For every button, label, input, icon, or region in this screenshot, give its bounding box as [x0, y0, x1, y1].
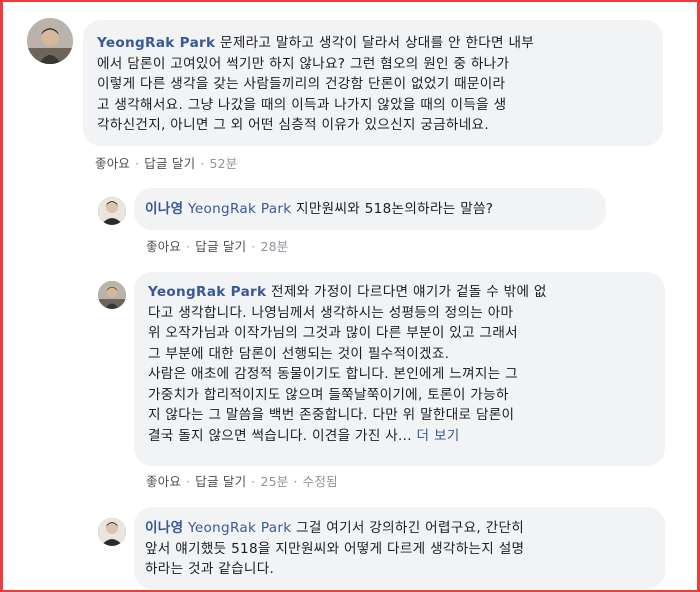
comment-author[interactable]: YeongRak Park [148, 284, 266, 300]
comment-line: 지 않다는 그 말씀을 백번 존중합니다. 다만 위 말한대로 담론이 [148, 407, 515, 423]
comment-line: YeongRak Park 전제와 가정이 다르다면 얘기가 겉돌 수 밖에 없 [148, 284, 547, 300]
reply-button[interactable]: 답글 달기 [144, 156, 195, 171]
comment-timestamp[interactable]: 52분 [209, 156, 237, 171]
separator-dot: · [186, 239, 191, 254]
separator-dot: · [200, 156, 205, 171]
avatar[interactable] [27, 18, 73, 64]
mention-tag[interactable]: YeongRak Park [188, 520, 291, 536]
avatar[interactable] [98, 197, 126, 225]
like-button[interactable]: 좋아요 [146, 474, 181, 489]
reply-button[interactable]: 답글 달기 [195, 239, 246, 254]
see-more-link[interactable]: 더 보기 [417, 428, 460, 444]
separator-dot: · [186, 474, 191, 489]
comment-line: 앞서 얘기했듯 518을 지만원씨와 어떻게 다르게 생각하는지 설명 [145, 540, 525, 557]
comment-line: 위 오작가님과 이작가님의 그것과 많이 다른 부분이 있고 그래서 [148, 325, 518, 341]
comment-line: 고 생각해서요. 그냥 나갔을 때의 이득과 나가지 않았을 때의 이득을 생 [97, 96, 507, 113]
comment-line: 이나영 YeongRak Park 그걸 여기서 강의하긴 어렵구요, 간단히 [145, 520, 525, 536]
comment-actions: 좋아요 · 답글 달기 · 25분 · 수정됨 [146, 471, 338, 490]
avatar[interactable] [98, 281, 126, 309]
comment-bubble: 이나영 YeongRak Park 그걸 여기서 강의하긴 어렵구요, 간단히 … [134, 507, 665, 589]
user-avatar-photo-icon [98, 281, 126, 309]
comment-line: 에서 담론이 고여있어 썩기만 하지 않나요? 그런 혐오의 원인 중 하나가 [97, 55, 510, 72]
comment-line: 가중치가 합리적이지도 않으며 들쭉날쭉이기에, 토론이 가능하 [148, 386, 509, 403]
edited-label[interactable]: 수정됨 [303, 474, 338, 489]
comment-line: 이나영 YeongRak Park 지만원씨와 518논의하라는 말씀? [145, 201, 494, 217]
comment-line: 이렇게 다른 생각을 갖는 사람들끼리의 건강함 단론이 없었기 때문이라 [97, 76, 506, 92]
mention-tag[interactable]: YeongRak Park [188, 201, 291, 217]
comment-bubble: YeongRak Park 문제라고 말하고 생각이 달라서 상대를 안 한다면… [83, 20, 663, 146]
comment-author[interactable]: 이나영 [145, 201, 183, 217]
user-avatar-photo-icon [98, 518, 126, 546]
separator-dot: · [251, 474, 256, 489]
reply-button[interactable]: 답글 달기 [195, 474, 246, 489]
separator-dot: · [251, 239, 256, 254]
comment-line: YeongRak Park 문제라고 말하고 생각이 달라서 상대를 안 한다면… [97, 35, 535, 51]
comment-line: 각하신건지, 아니면 그 외 어떤 심층적 이유가 있으신지 궁금하네요. [97, 117, 489, 133]
comment-bubble: 이나영 YeongRak Park 지만원씨와 518논의하라는 말씀? [134, 188, 606, 230]
comment-bubble: YeongRak Park 전제와 가정이 다르다면 얘기가 겉돌 수 밖에 없… [134, 272, 665, 466]
comment-line: 다고 생각합니다. 나영님께서 생각하시는 성평등의 정의는 아마 [148, 304, 514, 321]
comment-line: 사람은 애초에 감정적 동물이기도 합니다. 본인에게 느껴지는 그 [148, 366, 518, 382]
user-avatar-photo-icon [98, 197, 126, 225]
separator-dot: · [135, 156, 140, 171]
comment-author[interactable]: 이나영 [145, 520, 183, 536]
comment-actions: 좋아요 · 답글 달기 · 28분 [146, 236, 288, 255]
comment-timestamp[interactable]: 28분 [260, 239, 288, 254]
like-button[interactable]: 좋아요 [146, 239, 181, 254]
comment-thread: YeongRak Park 문제라고 말하고 생각이 달라서 상대를 안 한다면… [0, 0, 700, 592]
comment-line: 그 부분에 대한 담론이 선행되는 것이 필수적이겠죠. [148, 345, 450, 362]
comment-line: 결국 돌지 않으면 썩습니다. 이견을 가진 사... 더 보기 [148, 427, 460, 444]
comment-actions: 좋아요 · 답글 달기 · 52분 [95, 153, 237, 172]
like-button[interactable]: 좋아요 [95, 156, 130, 171]
comment-line: 하라는 것과 같습니다. [145, 561, 275, 577]
separator-dot: · [293, 474, 298, 489]
user-avatar-photo-icon [27, 18, 73, 64]
comment-author[interactable]: YeongRak Park [97, 35, 215, 51]
comment-timestamp[interactable]: 25분 [260, 474, 288, 489]
avatar[interactable] [98, 518, 126, 546]
